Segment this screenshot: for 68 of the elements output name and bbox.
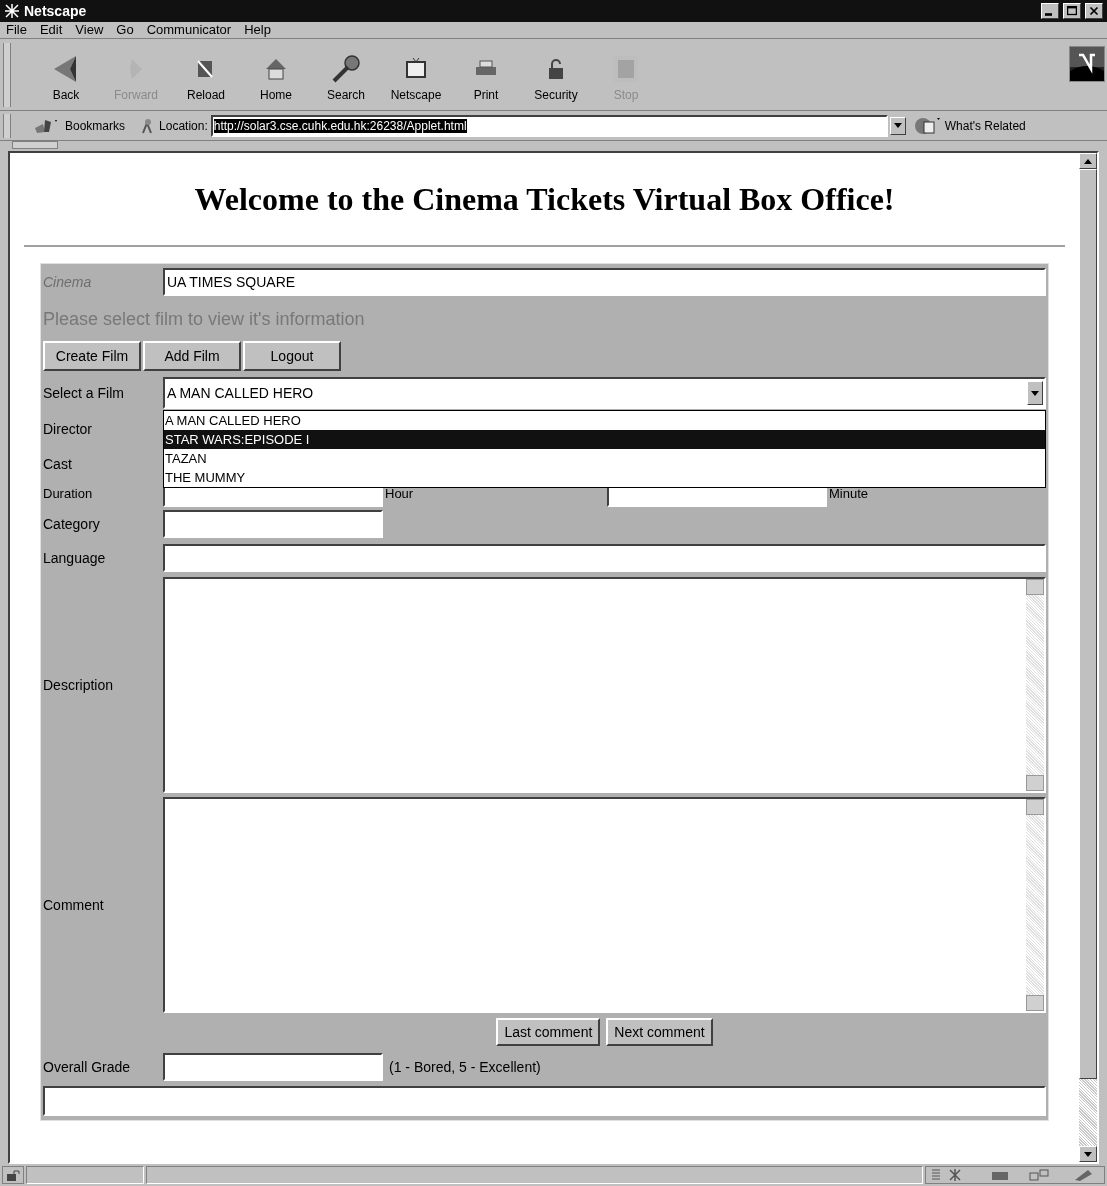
output-field[interactable] — [43, 1086, 1046, 1116]
grade-field[interactable] — [163, 1053, 383, 1081]
toolbar-button[interactable]: Netscape — [381, 44, 451, 105]
menu-item[interactable]: File — [6, 20, 27, 40]
grade-hint: (1 - Bored, 5 - Excellent) — [388, 1057, 541, 1077]
scroll-up-icon — [1084, 158, 1092, 164]
category-field[interactable] — [163, 510, 383, 538]
field-label: Category — [43, 514, 101, 534]
toolbar-button[interactable]: Print — [451, 44, 521, 105]
film-select[interactable]: A MAN CALLED HERO — [163, 377, 1046, 409]
comment-button[interactable]: Last comment — [496, 1018, 601, 1046]
toolbar-button[interactable]: Back — [31, 44, 101, 105]
caret-icon — [1027, 381, 1043, 405]
toolbar-button[interactable]: Security — [521, 44, 591, 105]
field-label: Cast — [43, 454, 73, 474]
maximize-button[interactable] — [1063, 3, 1081, 19]
field-label: Cinema — [43, 272, 93, 292]
language-field[interactable] — [163, 544, 1046, 572]
menu-item[interactable]: Go — [116, 20, 134, 40]
scroll-down-icon — [1084, 1151, 1092, 1157]
app-icon — [4, 3, 20, 19]
caret-icon — [893, 123, 902, 128]
collapsed-toolbar-tab[interactable] — [12, 141, 58, 149]
form-button[interactable]: Logout — [243, 341, 341, 371]
whats-related-button[interactable]: What's Related — [913, 116, 1026, 135]
bookmarks-button[interactable]: Bookmarks — [33, 116, 126, 135]
globe-icon — [913, 116, 942, 135]
field-label: Comment — [43, 895, 105, 915]
field-label: Director — [43, 419, 93, 439]
menu-item[interactable]: Communicator — [146, 20, 232, 40]
toolbar-button[interactable]: Search — [311, 44, 381, 105]
page-scrollbar[interactable] — [1079, 153, 1097, 1162]
dropdown-button[interactable] — [889, 116, 906, 135]
close-button[interactable] — [1085, 3, 1103, 19]
location-label: Location: — [159, 117, 208, 135]
minimize-button[interactable] — [1041, 3, 1059, 19]
page-heading: Welcome to the Cinema Tickets Virtual Box Office! — [193, 180, 896, 219]
unit-label: Hour — [384, 485, 415, 504]
security-icon — [2, 1166, 24, 1184]
toolbar-button[interactable]: Home — [241, 44, 311, 105]
scrollbar[interactable] — [1026, 579, 1044, 791]
toolbar-grip[interactable] — [3, 42, 11, 107]
comment-button[interactable]: Next comment — [606, 1018, 713, 1046]
field-label: Select a Film — [43, 383, 125, 403]
unit-label: Minute — [828, 485, 869, 504]
netscape-logo — [1069, 46, 1105, 82]
toolbar-grip[interactable] — [3, 113, 11, 138]
status-message: Please select film to view it's information — [43, 307, 366, 331]
location-field[interactable]: http://solar3.cse.cuhk.edu.hk:26238/Applet.html — [210, 114, 888, 137]
close-icon — [1087, 4, 1101, 18]
component-bar-icon — [925, 1166, 1105, 1184]
field-label: Language — [43, 548, 107, 568]
window-title: Netscape — [24, 1, 88, 21]
form-button[interactable]: Create Film — [43, 341, 141, 371]
field-label: Overall Grade — [43, 1057, 132, 1077]
field-label: Description — [43, 675, 115, 695]
form-button[interactable]: Add Film — [143, 341, 241, 371]
maximize-icon — [1065, 4, 1079, 18]
field-label: Duration — [43, 485, 94, 504]
menu-item[interactable]: View — [75, 20, 104, 40]
minimize-icon — [1045, 13, 1052, 16]
dropdown-option[interactable]: STAR WARS:EPISODE I — [164, 430, 1045, 449]
cinema-field[interactable]: UA TIMES SQUARE — [163, 268, 1046, 296]
menu-item[interactable]: Help — [244, 20, 271, 40]
menu-item[interactable]: Edit — [39, 20, 63, 40]
toolbar-button[interactable]: Reload — [171, 44, 241, 105]
magnifier-icon — [332, 54, 360, 83]
scrollbar[interactable] — [1026, 799, 1044, 1011]
